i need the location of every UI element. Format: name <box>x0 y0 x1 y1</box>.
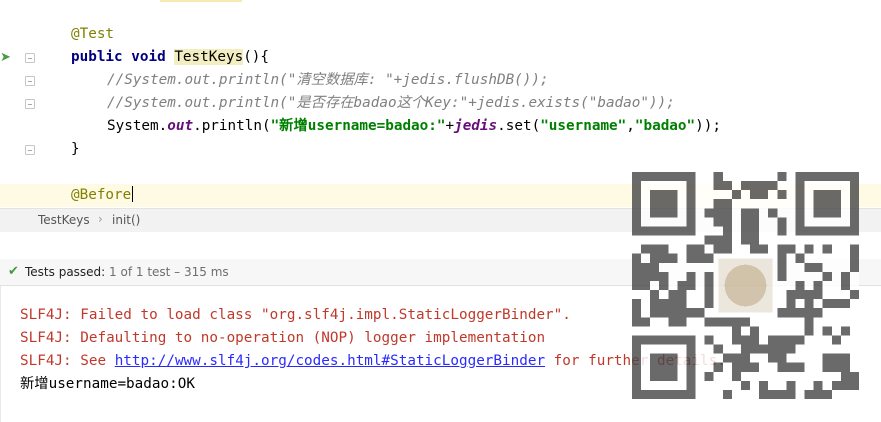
console-error-line: SLF4J: See http://www.slf4j.org/codes.ht… <box>20 350 726 373</box>
text-caret <box>132 186 134 202</box>
run-test-icon[interactable]: ➤ <box>0 51 14 65</box>
keyword-public: public <box>71 49 123 65</box>
method-declaration: public void TestKeys(){ <box>71 46 269 69</box>
fold-icon[interactable] <box>25 145 35 155</box>
test-status-detail: 1 of 1 test – 315 ms <box>105 265 229 279</box>
keyword-void: void <box>131 49 166 65</box>
code-token: out <box>167 118 194 134</box>
code-token: jedis <box>454 118 498 134</box>
code-token: , <box>626 118 635 134</box>
before-annotation-line: @Before <box>71 184 134 207</box>
before-annotation: @Before <box>71 187 132 203</box>
string-literal: "badao" <box>634 118 696 134</box>
code-token: )); <box>695 118 721 134</box>
console-text: SLF4J: See <box>20 353 115 369</box>
test-status-label: Tests passed: <box>25 265 106 279</box>
breadcrumb-separator: › <box>98 212 103 226</box>
check-icon: ✔ <box>8 264 19 279</box>
console-output-line: 新增username=badao:OK <box>20 376 195 392</box>
method-name: TestKeys <box>174 49 244 65</box>
selection-highlight <box>160 0 242 2</box>
test-status-text: Tests passed: 1 of 1 test – 315 ms <box>25 259 229 285</box>
qr-code-icon <box>632 172 859 399</box>
comment-line: //System.out.println("清空数据库: "+jedis.flu… <box>107 72 549 88</box>
comment-line: //System.out.println("是否存在badao这个Key:"+j… <box>107 95 675 111</box>
fold-icon[interactable] <box>25 99 35 109</box>
code-line[interactable]: //System.out.println("清空数据库: "+jedis.flu… <box>0 69 881 92</box>
console-error-line: SLF4J: Failed to load class "org.slf4j.i… <box>20 307 571 323</box>
slf4j-link[interactable]: http://www.slf4j.org/codes.html#StaticLo… <box>115 353 545 369</box>
fold-icon[interactable] <box>25 76 35 86</box>
code-token: + <box>445 118 455 134</box>
code-token: .set( <box>497 118 541 134</box>
println-statement: System.out.println("新增username=badao:"+j… <box>107 115 721 138</box>
code-token: .println( <box>193 118 271 134</box>
breadcrumb-item-class[interactable]: TestKeys <box>38 213 90 227</box>
test-annotation: @Test <box>71 26 115 42</box>
code-line[interactable]: public void TestKeys(){ <box>0 46 881 69</box>
code-line[interactable]: } <box>0 138 881 161</box>
code-line[interactable]: @Test <box>0 23 881 46</box>
code-line[interactable]: //System.out.println("是否存在badao这个Key:"+j… <box>0 92 881 115</box>
code-line[interactable]: System.out.println("新增username=badao:"+j… <box>0 115 881 138</box>
string-literal: "username" <box>540 118 627 134</box>
method-open: (){ <box>243 49 270 65</box>
console-error-line: SLF4J: Defaulting to no-operation (NOP) … <box>20 330 546 346</box>
breadcrumb-item-method[interactable]: init() <box>112 213 140 227</box>
fold-icon[interactable] <box>25 53 35 63</box>
string-literal: "新增username=badao:" <box>270 118 446 134</box>
code-token: System. <box>107 118 168 134</box>
closing-brace: } <box>71 141 80 157</box>
